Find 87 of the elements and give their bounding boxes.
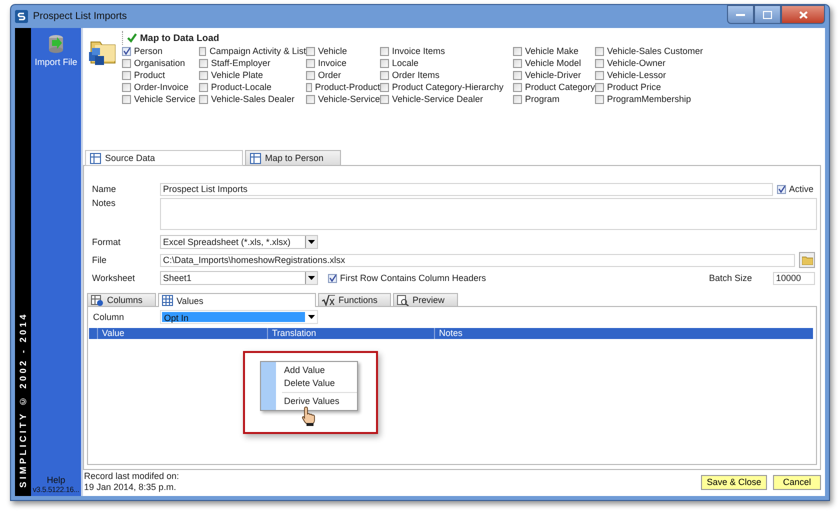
maximize-button[interactable]: [754, 5, 781, 24]
field-label: Name: [91, 184, 118, 194]
entity-checkbox[interactable]: Product-Locale: [199, 81, 306, 93]
import-file-button[interactable]: Import File: [34, 34, 78, 67]
column-header[interactable]: Translation: [268, 328, 435, 339]
active-checkbox[interactable]: Active: [777, 183, 817, 195]
entity-checkbox[interactable]: Vehicle-Service Dealer: [380, 93, 513, 105]
grid-icon: [162, 295, 173, 306]
window-title: Prospect List Imports: [33, 11, 127, 22]
maximize-icon: [763, 10, 772, 18]
tab[interactable]: Columns: [87, 293, 156, 306]
field-label: Notes: [91, 198, 117, 208]
field-label: Batch Size: [708, 273, 754, 283]
dialog-button[interactable]: Save & Close: [701, 474, 767, 490]
entity-checkbox[interactable]: Invoice: [306, 57, 380, 69]
format-dropdown[interactable]: Excel Spreadsheet (*.xls, *.xlsx): [160, 235, 318, 249]
entity-checkbox[interactable]: Vehicle-Lessor: [595, 69, 704, 81]
entity-checkbox[interactable]: Product-Product: [306, 81, 380, 93]
entity-checkbox[interactable]: Product: [122, 69, 199, 81]
column-header[interactable]: Value: [98, 328, 268, 339]
entity-checkbox[interactable]: Product Price: [595, 81, 704, 93]
entity-checkbox[interactable]: Staff-Employer: [199, 57, 306, 69]
table-icon: [90, 152, 101, 164]
hand-cursor-icon: [301, 406, 317, 426]
tab[interactable]: Functions: [318, 293, 391, 306]
entity-checkbox[interactable]: Locale: [380, 57, 513, 69]
entity-checkbox[interactable]: Invoice Items: [380, 45, 513, 57]
field-label: File: [91, 255, 108, 265]
dropdown-arrow-icon: [308, 240, 315, 244]
field-label: Worksheet: [91, 273, 136, 283]
tab[interactable]: Map to Person: [245, 150, 341, 165]
app-logo-icon: [15, 10, 28, 23]
document-magnifier-icon: [396, 294, 409, 306]
name-field[interactable]: Prospect List Imports: [160, 182, 773, 196]
checkmark-icon: [329, 274, 336, 282]
entity-checkbox[interactable]: Vehicle Model: [513, 57, 595, 69]
entity-checkbox[interactable]: Vehicle-Owner: [595, 57, 704, 69]
entity-checkbox[interactable]: Order: [306, 69, 380, 81]
menu-item[interactable]: Derive Values: [261, 395, 357, 408]
dropdown-arrow-icon: [308, 314, 315, 318]
field-label: Column: [92, 312, 126, 322]
column-dropdown[interactable]: Opt In: [160, 310, 318, 324]
entity-checkbox[interactable]: Vehicle-Service: [306, 93, 380, 105]
status-label: Record last modifed on:: [84, 471, 180, 482]
notes-field[interactable]: [160, 198, 817, 230]
menu-item[interactable]: Delete Value: [261, 377, 357, 390]
checkmark-icon: [778, 185, 785, 193]
copyright-text: SIMPLICITY © 2002 - 2014: [18, 312, 28, 488]
status-value: 19 Jan 2014, 8:35 p.m.: [84, 482, 178, 493]
entity-checkbox[interactable]: Vehicle-Sales Customer: [595, 45, 704, 57]
minimize-button[interactable]: [727, 5, 754, 24]
entity-checkbox[interactable]: Order Items: [380, 69, 513, 81]
batch-size-field[interactable]: 10000: [773, 272, 815, 284]
folder-icon: [802, 256, 812, 264]
table-info-icon: [91, 294, 103, 306]
tab[interactable]: Values: [158, 293, 316, 307]
minimize-icon: [736, 13, 745, 16]
entity-checkbox[interactable]: Vehicle: [306, 45, 380, 57]
dialog-button[interactable]: Cancel: [773, 474, 821, 490]
column-header[interactable]: Notes: [435, 328, 813, 339]
section-title: Map to Data Load: [140, 32, 220, 44]
tab[interactable]: Preview: [392, 293, 458, 306]
tab[interactable]: Source Data: [85, 150, 243, 166]
square-root-icon: [322, 294, 335, 306]
entity-checkbox[interactable]: Order-Invoice: [122, 81, 199, 93]
table-icon: [250, 152, 261, 164]
help-link[interactable]: Help: [46, 475, 66, 485]
entity-checkbox[interactable]: ProgramMembership: [595, 93, 704, 105]
dropdown-arrow-icon: [308, 276, 315, 280]
close-button[interactable]: [781, 5, 825, 24]
entity-checkbox[interactable]: Program: [513, 93, 595, 105]
entity-checkbox[interactable]: Vehicle Make: [513, 45, 595, 57]
entity-checkbox[interactable]: Vehicle Plate: [199, 69, 306, 81]
field-label: Format: [91, 237, 122, 247]
entity-checkbox[interactable]: Product Category: [513, 81, 595, 93]
entity-checkbox[interactable]: Product Category-Hierarchy: [380, 81, 513, 93]
close-icon: [798, 10, 808, 18]
file-path-field[interactable]: C:\Data_Imports\homeshowRegistrations.xlsx: [160, 254, 795, 266]
worksheet-dropdown[interactable]: Sheet1: [160, 271, 318, 285]
entity-checkbox[interactable]: Organisation: [122, 57, 199, 69]
entity-checkbox[interactable]: Person: [122, 45, 199, 57]
menu-item[interactable]: Add Value: [261, 364, 357, 377]
first-row-headers-checkbox[interactable]: First Row Contains Column Headers: [328, 272, 486, 284]
entity-checkbox[interactable]: Vehicle-Sales Dealer: [199, 93, 306, 105]
entity-checkbox[interactable]: Vehicle Service: [122, 93, 199, 105]
entity-checkbox[interactable]: Vehicle-Driver: [513, 69, 595, 81]
entity-checkbox[interactable]: Campaign Activity & List: [199, 45, 306, 57]
